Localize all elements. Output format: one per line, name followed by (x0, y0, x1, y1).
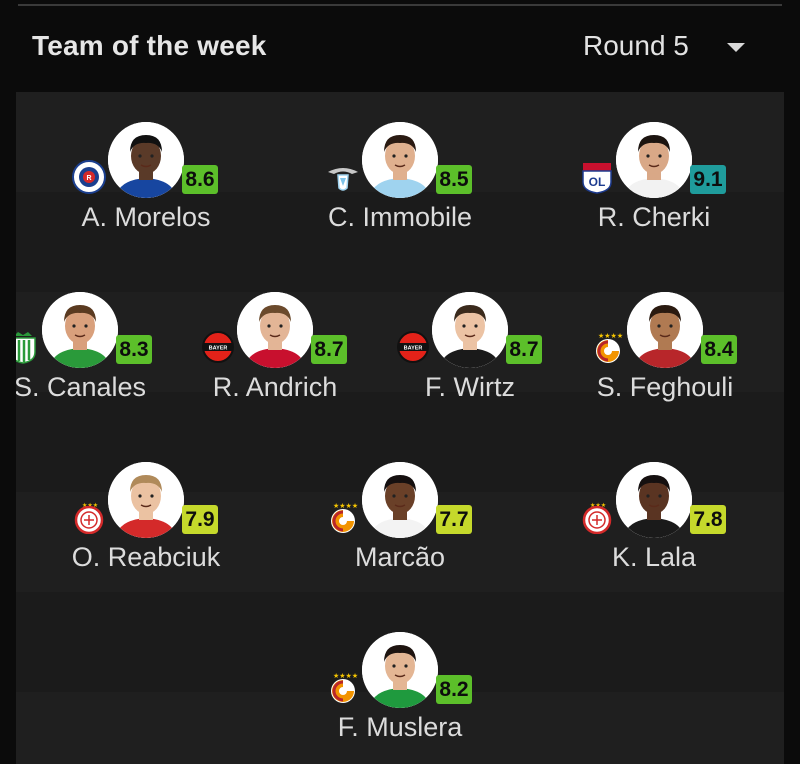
svg-text:BAYER: BAYER (209, 346, 228, 352)
header: Team of the week Round 5 (0, 14, 800, 84)
rating-badge: 9.1 (690, 165, 726, 194)
player-name: K. Lala (611, 542, 697, 572)
rating-badge: 8.7 (506, 335, 542, 364)
player-name: R. Cherki (597, 202, 711, 232)
player-photo (108, 122, 184, 198)
player-photo (627, 292, 703, 368)
player-name: S. Canales (16, 372, 147, 402)
player-card[interactable]: ★★★ 7.9 O. Reabciuk (36, 462, 256, 612)
page-title: Team of the week (32, 30, 267, 61)
rangers-crest-icon: R (72, 160, 106, 194)
player-photo (362, 462, 438, 538)
player-name: R. Andrich (212, 372, 338, 402)
player-photo (616, 122, 692, 198)
player-card[interactable]: BAYER 8.7 F. Wirtz (360, 292, 580, 442)
galatasaray-crest-icon: ★★★★ (591, 330, 625, 364)
player-card[interactable]: ★★★★ 8.2 F. Muslera (290, 632, 510, 764)
svg-text:BAYER: BAYER (404, 346, 423, 352)
galatasaray-crest-icon: ★★★★ (326, 500, 360, 534)
player-name: Marcão (354, 542, 446, 572)
player-card[interactable]: R 8.6 A. Morelos (36, 122, 256, 272)
rating-badge: 8.2 (436, 675, 472, 704)
rating-badge: 8.5 (436, 165, 472, 194)
svg-text:★★★★: ★★★★ (333, 672, 358, 680)
svg-text:OL: OL (589, 175, 606, 189)
player-photo (432, 292, 508, 368)
svg-text:★★★★: ★★★★ (598, 332, 623, 340)
player-card[interactable]: BAYER 8.7 R. Andrich (165, 292, 385, 442)
player-photo (362, 632, 438, 708)
round-selector[interactable]: Round 5 (583, 30, 689, 62)
player-card[interactable]: OL 9.1 R. Cherki (544, 122, 764, 272)
player-photo (362, 122, 438, 198)
player-card[interactable]: ★★★★ 8.4 S. Feghouli (555, 292, 775, 442)
player-name: S. Feghouli (596, 372, 734, 402)
player-card[interactable]: 8.3 S. Canales (16, 292, 190, 442)
player-name: F. Muslera (337, 712, 463, 742)
player-photo (616, 462, 692, 538)
player-name: C. Immobile (327, 202, 473, 232)
rating-badge: 8.6 (182, 165, 218, 194)
player-card[interactable]: ★★★ 7.8 K. Lala (544, 462, 764, 612)
player-photo (108, 462, 184, 538)
pitch: R 8.6 A. Morelos 8.5 C. Immobile OL 9.1 R. Cher… (16, 92, 784, 764)
svg-text:R: R (86, 175, 91, 182)
rating-badge: 8.7 (311, 335, 347, 364)
rating-badge: 8.4 (701, 335, 737, 364)
olympiacos-crest-icon: ★★★ (580, 500, 614, 535)
player-name: F. Wirtz (425, 372, 515, 402)
betis-crest-icon (16, 330, 40, 364)
player-name: O. Reabciuk (71, 542, 221, 572)
rating-badge: 8.3 (116, 335, 152, 364)
player-card[interactable]: 8.5 C. Immobile (290, 122, 510, 272)
player-card[interactable]: ★★★★ 7.7 Marcão (290, 462, 510, 612)
top-divider (18, 4, 782, 6)
leverkusen-crest-icon: BAYER (201, 330, 235, 364)
leverkusen-crest-icon: BAYER (396, 330, 430, 364)
olympiacos-crest-icon: ★★★ (72, 500, 106, 535)
galatasaray-crest-icon: ★★★★ (326, 670, 360, 704)
player-photo (237, 292, 313, 368)
caret-down-icon[interactable] (727, 43, 745, 52)
rating-badge: 7.9 (182, 505, 218, 534)
lazio-eagle-icon (326, 160, 360, 194)
player-photo (42, 292, 118, 368)
rating-badge: 7.8 (690, 505, 726, 534)
player-name: A. Morelos (81, 202, 211, 232)
svg-text:★★★★: ★★★★ (333, 502, 358, 510)
lyon-crest-icon: OL (580, 160, 614, 194)
rating-badge: 7.7 (436, 505, 472, 534)
